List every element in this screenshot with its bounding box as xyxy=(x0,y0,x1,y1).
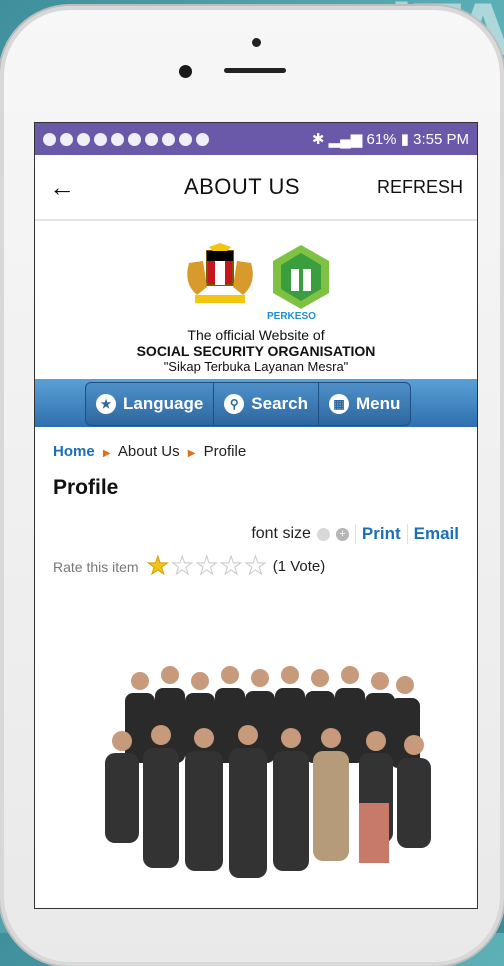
accessibility-icon xyxy=(196,132,209,146)
email-link[interactable]: Email xyxy=(406,524,459,544)
rating-row: Rate this item ★ ★ ★ ★ ★ (1 Vote) xyxy=(53,553,459,579)
menu-label: Menu xyxy=(356,394,401,413)
menu-button[interactable]: ▦ Menu xyxy=(319,383,410,425)
official-line: The official Website of xyxy=(187,327,325,343)
notification-icons xyxy=(43,132,308,146)
signal-icon: ▂▄▆ xyxy=(328,131,363,148)
arrow-left-icon[interactable]: ← xyxy=(49,172,89,203)
status-bar: ✱ ▂▄▆ 61% ▮ 3:55 PM xyxy=(35,123,477,155)
page-title: Profile xyxy=(53,476,119,499)
battery-icon: ▮ xyxy=(400,131,409,148)
perkeso-logo xyxy=(273,245,329,309)
language-label: Language xyxy=(123,394,204,413)
line-icon xyxy=(128,132,141,146)
star-4-icon[interactable]: ★ xyxy=(219,553,242,579)
page-title-bar: ABOUT US xyxy=(183,174,301,199)
font-size-increase-button[interactable]: + xyxy=(335,527,349,541)
earpiece-speaker xyxy=(224,68,286,73)
star-5-icon[interactable]: ★ xyxy=(244,553,267,579)
battery-level: 61% xyxy=(366,131,397,148)
slogan: "Sikap Terbuka Layanan Mesra" xyxy=(163,359,349,374)
chevron-right-icon: ▶ xyxy=(102,448,111,459)
accessibility-icon xyxy=(145,132,158,146)
clock: 3:55 PM xyxy=(413,131,469,148)
nav-group: ★ Language ⚲ Search ▦ Menu xyxy=(85,382,412,426)
star-1-icon[interactable]: ★ xyxy=(146,553,169,579)
search-label: Search xyxy=(251,394,308,413)
whatsapp-icon xyxy=(60,132,73,146)
search-button[interactable]: ⚲ Search xyxy=(214,383,319,425)
star-3-icon[interactable]: ★ xyxy=(195,553,218,579)
main-content: Home ▶ About Us ▶ Profile Profile font s… xyxy=(35,443,477,579)
coat-of-arms-logo xyxy=(187,243,253,303)
grid-icon: ▦ xyxy=(329,394,349,414)
font-size-label: font size xyxy=(251,525,311,542)
organisation-name: SOCIAL SECURITY ORGANISATION xyxy=(136,343,376,359)
chevron-right-icon: ▶ xyxy=(187,448,196,459)
proximity-sensor xyxy=(252,38,261,47)
star-2-icon[interactable]: ★ xyxy=(171,553,194,579)
app-bar: ← ABOUT US REFRESH xyxy=(35,155,477,221)
font-size-decrease-button[interactable] xyxy=(316,527,330,541)
site-header: PERKESO The official Website of SOCIAL S… xyxy=(35,221,477,379)
logo-text: PERKESO xyxy=(267,311,316,322)
breadcrumb-home[interactable]: Home xyxy=(53,443,95,460)
search-icon: ⚲ xyxy=(224,394,245,414)
vote-count: (1 Vote) xyxy=(272,558,326,575)
rate-label: Rate this item xyxy=(53,558,139,575)
location-icon xyxy=(94,132,107,146)
staff-group-photo xyxy=(105,666,431,878)
front-camera xyxy=(179,65,192,78)
phone-frame: ✱ ▂▄▆ 61% ▮ 3:55 PM ← ABOUT US REFRESH P… xyxy=(0,6,504,966)
breadcrumb-profile: Profile xyxy=(203,443,247,460)
main-navbar: ★ Language ⚲ Search ▦ Menu xyxy=(35,379,477,427)
logo-group xyxy=(35,221,477,313)
article-tools: font size + Print Email xyxy=(53,524,459,544)
mail-icon xyxy=(179,132,192,146)
star-icon: ★ xyxy=(96,394,116,414)
star-rating: ★ ★ ★ ★ ★ xyxy=(146,553,267,579)
message-icon xyxy=(43,132,56,146)
chat-icon xyxy=(111,132,124,146)
phone-screen: ✱ ▂▄▆ 61% ▮ 3:55 PM ← ABOUT US REFRESH P… xyxy=(34,122,478,909)
location-icon xyxy=(77,132,90,146)
instagram-icon xyxy=(162,132,175,146)
bluetooth-icon: ✱ xyxy=(311,131,325,148)
language-button[interactable]: ★ Language xyxy=(86,383,215,425)
print-link[interactable]: Print xyxy=(354,524,401,544)
breadcrumb-about-us[interactable]: About Us xyxy=(118,443,180,460)
refresh-button[interactable]: REFRESH xyxy=(377,177,463,198)
breadcrumb: Home ▶ About Us ▶ Profile xyxy=(53,443,459,460)
